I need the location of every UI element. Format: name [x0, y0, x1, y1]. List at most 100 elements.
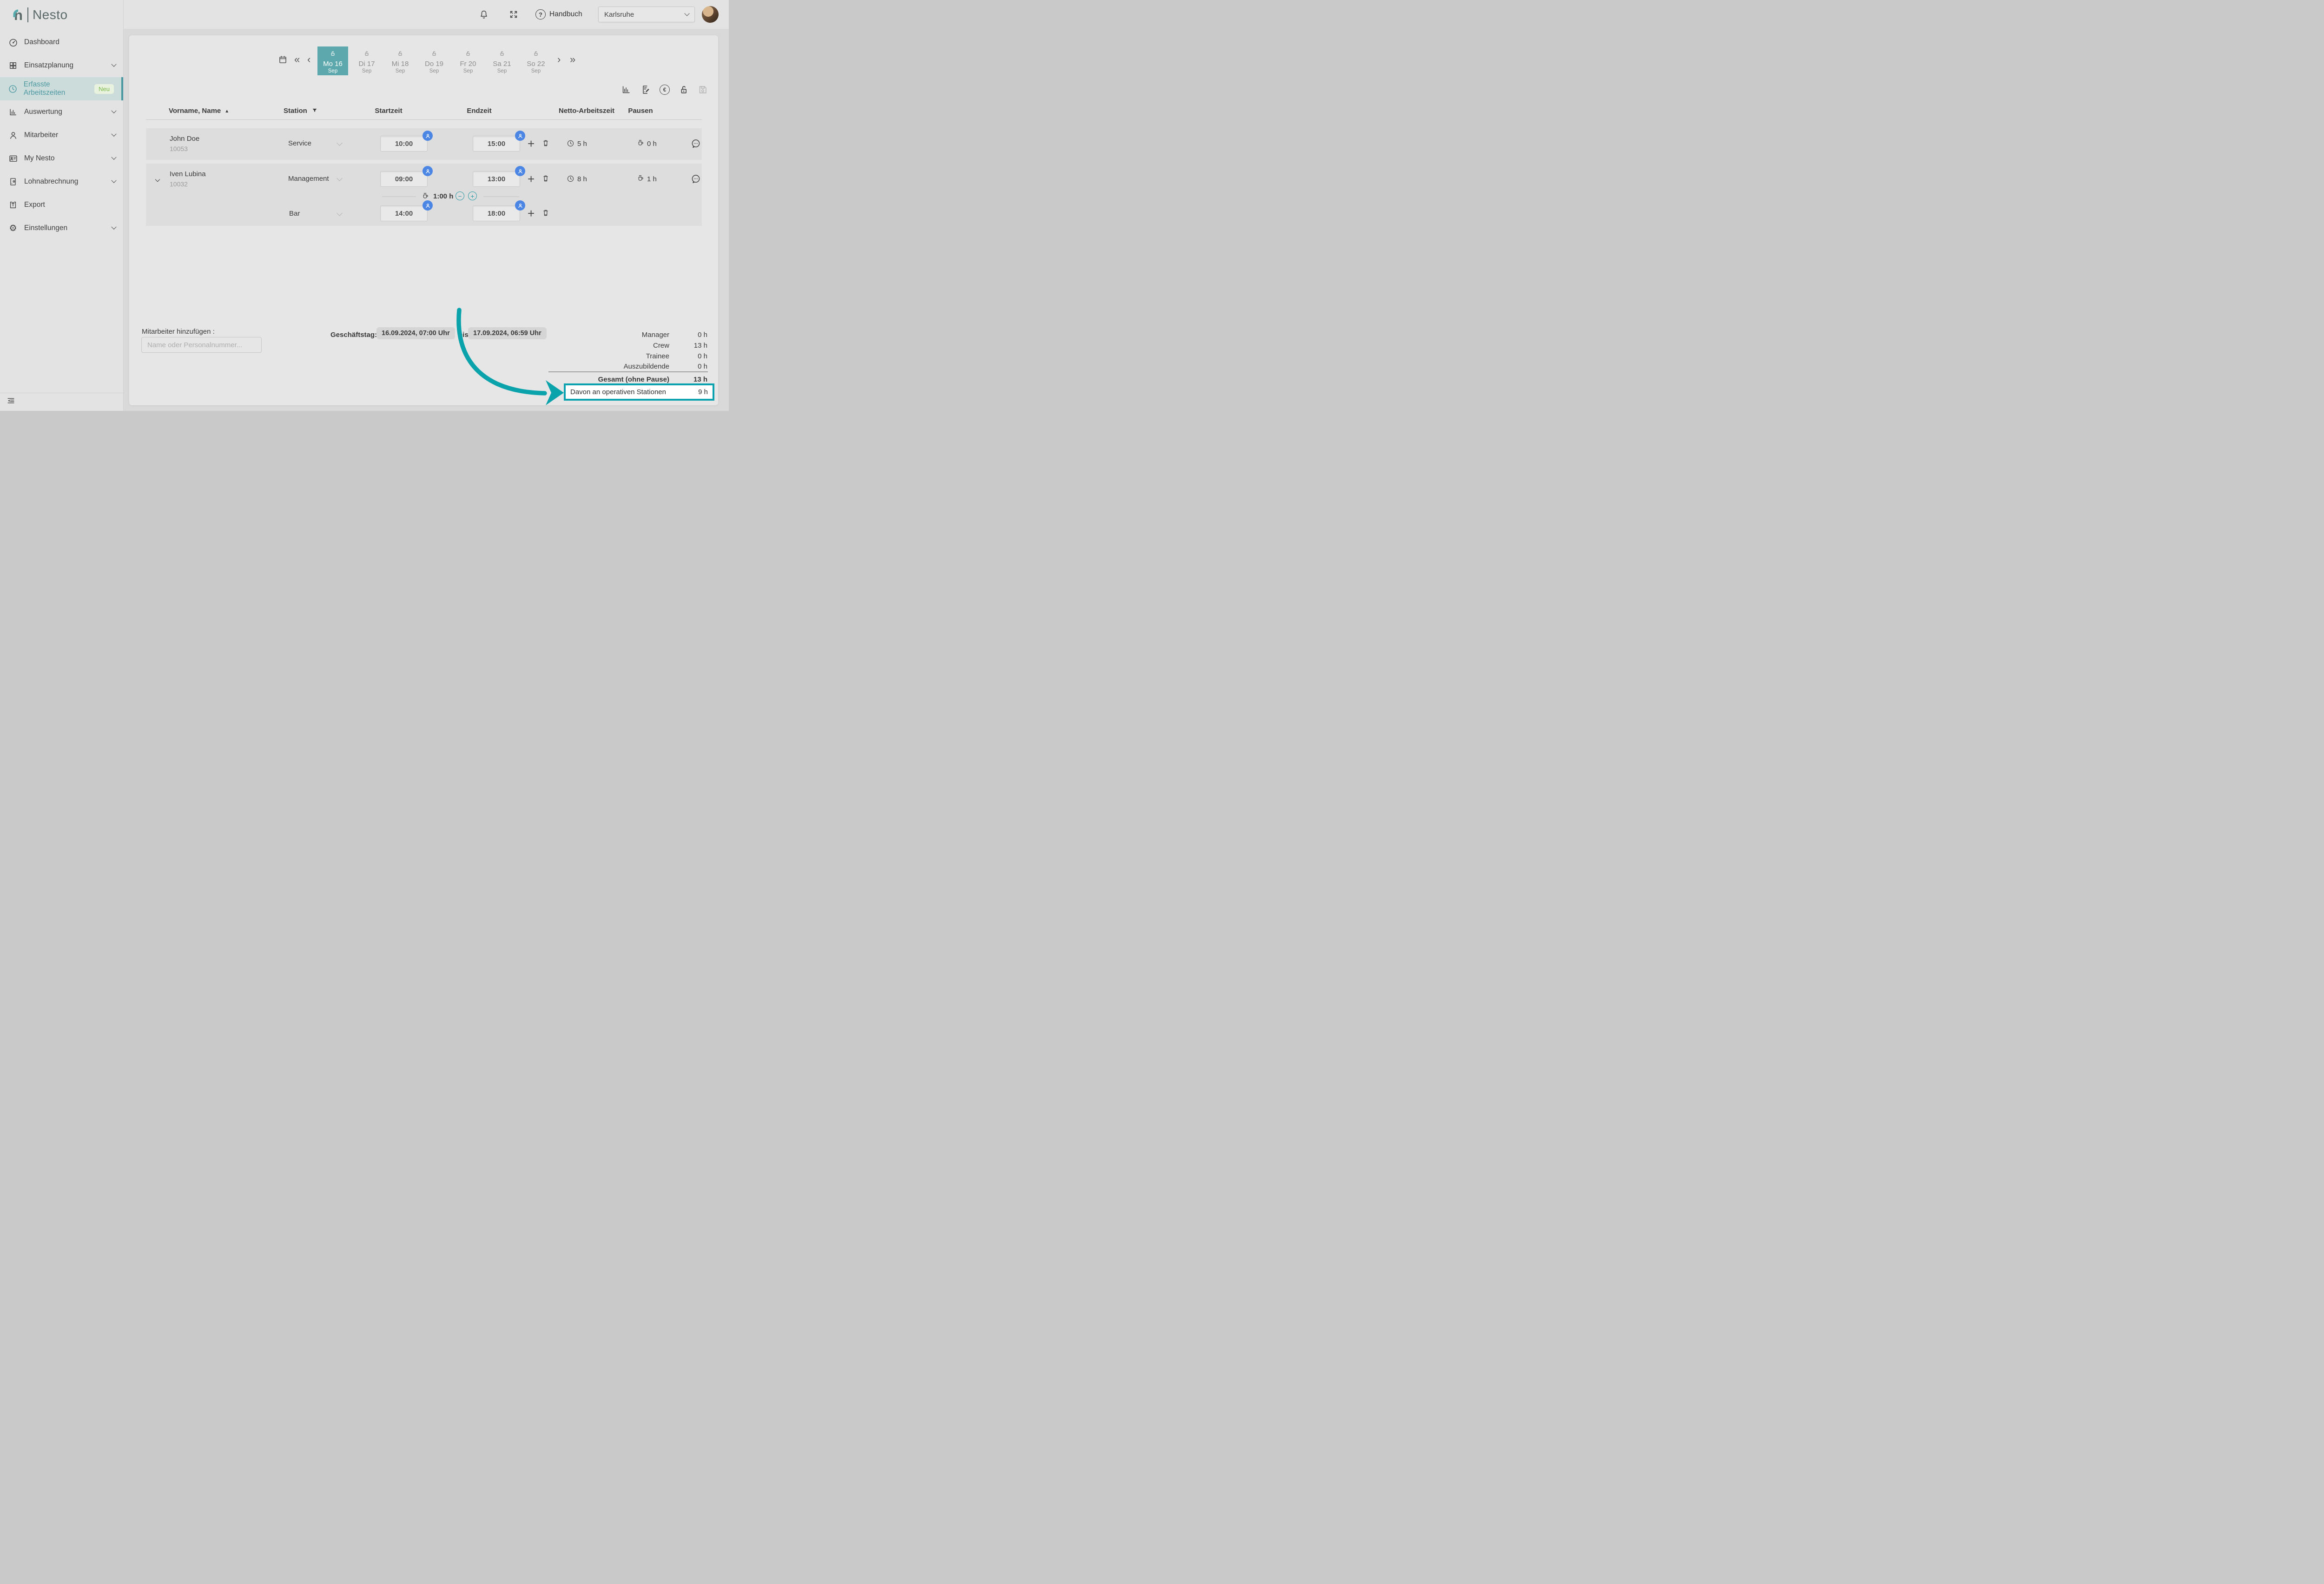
assigned-person-badge[interactable]	[515, 131, 525, 141]
day-tab-fr20[interactable]: Fr 20 Sep	[453, 46, 483, 75]
business-day-label: Geschäftstag:	[330, 331, 377, 339]
month-label: Sep	[487, 68, 517, 74]
trash-icon[interactable]	[541, 209, 550, 217]
assigned-person-badge[interactable]	[423, 166, 433, 176]
col-header-station[interactable]: Station	[284, 107, 318, 115]
chevron-down-icon	[111, 178, 116, 183]
assigned-person-badge[interactable]	[515, 200, 525, 211]
station-select[interactable]: Management	[288, 175, 329, 183]
sidebar-item-einstellungen[interactable]: ⚙ Einstellungen	[0, 217, 123, 240]
comment-bubble-icon[interactable]	[691, 174, 701, 184]
day-tab-di17[interactable]: Di 17 Sep	[351, 46, 382, 75]
employee-number: 10032	[170, 180, 188, 188]
next-day-button[interactable]: ›	[557, 54, 561, 65]
sidebar-item-auswertung[interactable]: Auswertung	[0, 100, 123, 124]
day-tab-sa21[interactable]: Sa 21 Sep	[487, 46, 517, 75]
unlocked-icon	[533, 50, 539, 57]
coffee-cup-icon	[636, 174, 644, 182]
trash-icon[interactable]	[541, 174, 550, 183]
end-time-input[interactable]	[473, 205, 520, 221]
operative-stations-highlight: Davon an operativen Stationen 9 h	[564, 383, 714, 401]
nesto-logo: n Nesto	[14, 5, 68, 25]
prev-day-button[interactable]: ‹	[307, 54, 310, 65]
end-time-input[interactable]	[473, 171, 520, 187]
col-header-end: Endzeit	[451, 107, 507, 115]
business-day-to[interactable]: 17.09.2024, 06:59 Uhr	[468, 327, 547, 339]
collapse-sidebar-icon[interactable]	[7, 396, 15, 405]
comment-bubble-icon[interactable]	[691, 139, 701, 149]
sidebar-item-lohnabrechnung[interactable]: Lohnabrechnung	[0, 170, 123, 193]
unlocked-icon	[330, 50, 336, 57]
month-label: Sep	[419, 68, 449, 74]
assigned-person-badge[interactable]	[423, 131, 433, 141]
add-segment-button[interactable]: +	[528, 173, 535, 185]
handbuch-link[interactable]: Handbuch	[549, 10, 582, 19]
business-day-from[interactable]: 16.09.2024, 07:00 Uhr	[376, 327, 455, 339]
start-time-input[interactable]	[380, 136, 428, 152]
month-label: Sep	[453, 68, 483, 74]
fullscreen-icon[interactable]	[508, 9, 519, 20]
sidebar-item-label: Export	[24, 201, 45, 209]
assigned-person-badge[interactable]	[515, 166, 525, 176]
day-tab-mo16[interactable]: Mo 16 Sep	[317, 46, 348, 75]
sidebar-item-erfasste-arbeitszeiten[interactable]: Erfasste Arbeitszeiten Neu	[0, 77, 123, 100]
station-select[interactable]: Service	[288, 139, 311, 147]
add-segment-button[interactable]: +	[528, 138, 535, 150]
app-root: ? Handbuch Karlsruhe n Nesto Dashboard	[0, 0, 729, 411]
sidebar-item-mitarbeiter[interactable]: Mitarbeiter	[0, 124, 123, 147]
summary-label: Crew	[653, 342, 669, 350]
clock-icon	[567, 139, 574, 147]
highlight-value: 9 h	[698, 388, 708, 396]
sidebar-item-label: Lohnabrechnung	[24, 178, 78, 186]
add-employee-input[interactable]	[141, 337, 262, 353]
sidebar-item-einsatzplanung[interactable]: Einsatzplanung	[0, 54, 123, 77]
day-label: Di 17	[351, 60, 382, 68]
decrease-pause-button[interactable]: −	[456, 191, 464, 200]
filter-funnel-icon[interactable]	[311, 107, 318, 114]
statistics-icon[interactable]	[621, 85, 631, 95]
col-header-name-label: Vorname, Name	[169, 107, 221, 115]
last-week-button[interactable]: »	[570, 54, 575, 65]
day-tab-mi18[interactable]: Mi 18 Sep	[385, 46, 416, 75]
netto-value: 5 h	[577, 140, 587, 148]
notifications-bell-icon[interactable]	[479, 9, 489, 20]
end-time-input[interactable]	[473, 136, 520, 152]
table-row-john-doe: John Doe 10053 Service + 5 h 0 h	[146, 128, 702, 160]
edit-document-icon[interactable]	[640, 85, 651, 95]
station-select[interactable]: Bar	[289, 210, 300, 218]
month-label: Sep	[385, 68, 416, 74]
sidebar-item-label: Erfasste Arbeitszeiten	[24, 80, 90, 97]
chevron-down-icon	[684, 11, 689, 16]
sidebar-item-export[interactable]: Export	[0, 193, 123, 217]
logo-n-letter: n	[14, 8, 23, 22]
day-tab-so22[interactable]: So 22 Sep	[521, 46, 551, 75]
start-time-input[interactable]	[380, 171, 428, 187]
unlock-day-icon[interactable]	[679, 85, 689, 95]
help-question-icon[interactable]: ?	[535, 9, 546, 20]
bar-chart-icon	[7, 107, 19, 117]
first-week-button[interactable]: «	[294, 54, 300, 65]
user-avatar[interactable]	[702, 6, 719, 23]
euro-icon[interactable]: €	[660, 85, 670, 95]
sidebar-item-my-nesto[interactable]: My Nesto	[0, 147, 123, 170]
gauge-icon	[7, 38, 19, 47]
calendar-icon[interactable]	[278, 55, 288, 65]
col-header-name[interactable]: Vorname, Name▲	[169, 107, 229, 115]
day-label: So 22	[521, 60, 551, 68]
trash-icon[interactable]	[541, 139, 550, 147]
location-select[interactable]: Karlsruhe	[598, 7, 695, 22]
save-icon[interactable]	[698, 85, 708, 95]
day-tab-do19[interactable]: Do 19 Sep	[419, 46, 449, 75]
assigned-person-badge[interactable]	[423, 200, 433, 211]
summary-row-crew: Crew 13 h	[549, 342, 707, 350]
col-header-pausen: Pausen	[622, 107, 659, 115]
increase-pause-button[interactable]: +	[468, 191, 477, 200]
col-header-netto: Netto-Arbeitszeit	[549, 107, 624, 115]
day-label: Mi 18	[385, 60, 416, 68]
start-time-input[interactable]	[380, 205, 428, 221]
sidebar-item-label: Dashboard	[24, 38, 59, 46]
add-segment-button[interactable]: +	[528, 207, 535, 219]
expand-row-chevron-icon[interactable]	[154, 177, 161, 184]
sidebar-item-dashboard[interactable]: Dashboard	[0, 31, 123, 54]
logo-text: Nesto	[33, 7, 68, 22]
